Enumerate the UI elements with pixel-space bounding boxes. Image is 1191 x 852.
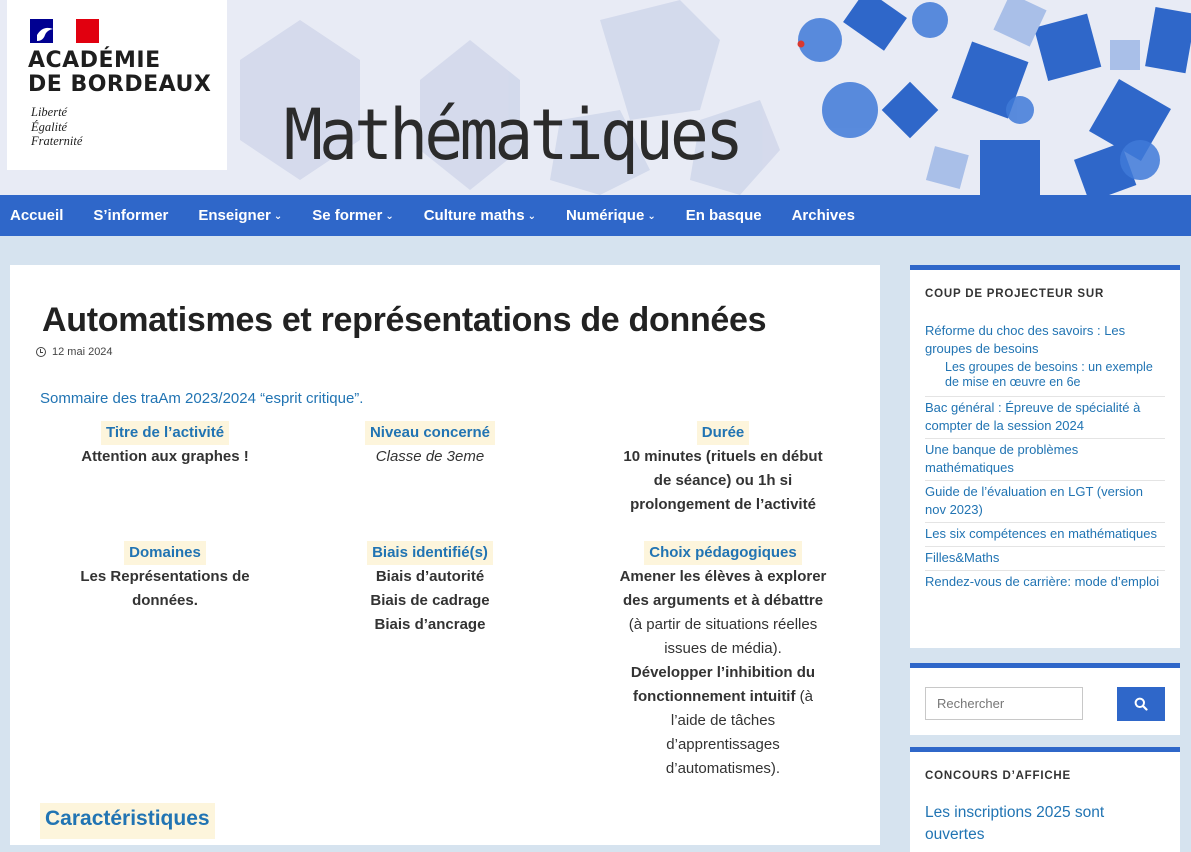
info-value: Attention aux graphes ! [81,448,249,465]
main-nav: Accueil S’informer Enseigner ⌄ Se former… [0,195,1191,236]
logo-motto: Liberté Égalité Fraternité [31,105,83,148]
info-value: fonctionnement intuitif [633,688,796,705]
nav-item-accueil[interactable]: Accueil [0,195,93,236]
sommaire-link[interactable]: Sommaire des traAm 2023/2024 “esprit cri… [40,390,363,407]
info-heading: Domaines [124,541,206,565]
page-title: Automatismes et représentations de donné… [42,301,767,339]
spotlight-sublink[interactable]: Les groupes de besoins : un exemple de m… [925,358,1165,397]
search-widget [910,663,1180,735]
concours-link[interactable]: Les inscriptions 2025 sont ouvertes [925,802,1165,846]
chevron-down-icon: ⌄ [527,211,536,222]
nav-item-se-former[interactable]: Se former ⌄ [312,195,423,236]
info-value: données. [132,592,198,609]
nav-item-label: Accueil [10,207,64,224]
spotlight-link[interactable]: Bac général : Épreuve de spécialité à co… [925,397,1165,439]
search-input[interactable] [925,687,1083,720]
search-icon [1134,697,1148,711]
info-value: (à [799,688,813,705]
info-heading: Choix pédagogiques [644,541,802,565]
article-content: Automatismes et représentations de donné… [10,265,880,845]
chevron-down-icon: ⌄ [647,211,656,222]
nav-item-numerique[interactable]: Numérique ⌄ [566,195,686,236]
nav-item-en-basque[interactable]: En basque [686,195,792,236]
nav-item-label: Numérique [565,207,645,224]
info-value: issues de média). [664,640,782,657]
spotlight-link[interactable]: Filles&Maths [925,547,1165,571]
info-value: Biais d’autorité [375,568,485,585]
info-value: des arguments et à débattre [622,592,824,609]
info-block-biais: Biais identifié(s) Biais d’autorité Biai… [320,541,540,637]
info-value: prolongement de l’activité [630,496,816,513]
info-value: de séance) ou 1h si [653,472,793,489]
nav-item-culture-maths[interactable]: Culture maths ⌄ [424,195,566,236]
info-value: Classe de 3eme [375,448,485,465]
info-heading: Titre de l’activité [100,421,230,445]
info-block-duree: Durée 10 minutes (rituels en début de sé… [613,421,833,517]
chevron-down-icon: ⌄ [385,211,394,222]
info-heading: Durée [696,421,750,445]
nav-item-enseigner[interactable]: Enseigner ⌄ [198,195,312,236]
caracteristiques-heading: Caractéristiques [40,803,215,839]
info-value: Amener les élèves à explorer [619,568,827,585]
nav-item-sinformer[interactable]: S’informer [93,195,198,236]
chevron-down-icon: ⌄ [273,211,283,222]
nav-item-label: En basque [685,207,762,224]
info-block-choix: Choix pédagogiques Amener les élèves à e… [613,541,833,781]
info-value: l’aide de tâches [670,712,776,729]
spotlight-link[interactable]: Les six compétences en mathématiques [925,523,1165,547]
site-title: Mathématiques [284,94,744,176]
date-text: 12 mai 2024 [52,346,113,358]
info-value: d’automatismes). [665,760,781,777]
nav-item-label: Se former [312,207,383,224]
site-header: ACADÉMIE DE BORDEAUX Liberté Égalité Fra… [0,0,1191,195]
spotlight-link[interactable]: Réforme du choc des savoirs : Les groupe… [925,320,1165,361]
widget-title: COUP DE PROJECTEUR SUR [925,288,1105,300]
spotlight-widget: COUP DE PROJECTEUR SUR Réforme du choc d… [910,265,1180,648]
nav-item-archives[interactable]: Archives [792,195,870,236]
info-block-niveau: Niveau concerné Classe de 3eme [320,421,540,469]
academie-logo[interactable]: ACADÉMIE DE BORDEAUX Liberté Égalité Fra… [7,0,227,170]
clock-icon [36,347,46,357]
info-value: Développer l’inhibition du [630,664,816,681]
info-value: (à partir de situations réelles [628,616,818,633]
marianne-flag-logo [30,19,99,43]
info-value: Biais d’ancrage [374,616,486,633]
info-heading: Biais identifié(s) [367,541,493,565]
info-value: Les Représentations de [80,568,250,585]
info-heading: Niveau concerné [364,421,496,445]
logo-academie-name: ACADÉMIE DE BORDEAUX [28,48,212,97]
nav-item-label: Archives [791,207,855,224]
info-block-domaines: Domaines Les Représentations de données. [55,541,275,613]
spotlight-link[interactable]: Guide de l’évaluation en LGT (version no… [925,481,1165,523]
nav-item-label: Culture maths [423,207,525,224]
nav-item-label: Enseigner [198,207,271,224]
info-value: Biais de cadrage [370,592,490,609]
search-button[interactable] [1117,687,1165,721]
concours-widget: CONCOURS D’AFFICHE Les inscriptions 2025… [910,747,1180,852]
nav-item-label: S’informer [93,207,169,224]
info-block-titre: Titre de l’activité Attention aux graphe… [55,421,275,469]
info-value-line: fonctionnement intuitif (à [613,685,833,709]
info-value: d’apprentissages [666,736,780,753]
info-value: 10 minutes (rituels en début [623,448,823,465]
spotlight-link[interactable]: Rendez-vous de carrière: mode d’emploi [925,571,1165,594]
article-date: 12 mai 2024 [36,346,113,358]
spotlight-link[interactable]: Une banque de problèmes mathématiques [925,439,1165,481]
spotlight-list: Réforme du choc des savoirs : Les groupe… [925,320,1165,594]
widget-title: CONCOURS D’AFFICHE [925,770,1072,782]
